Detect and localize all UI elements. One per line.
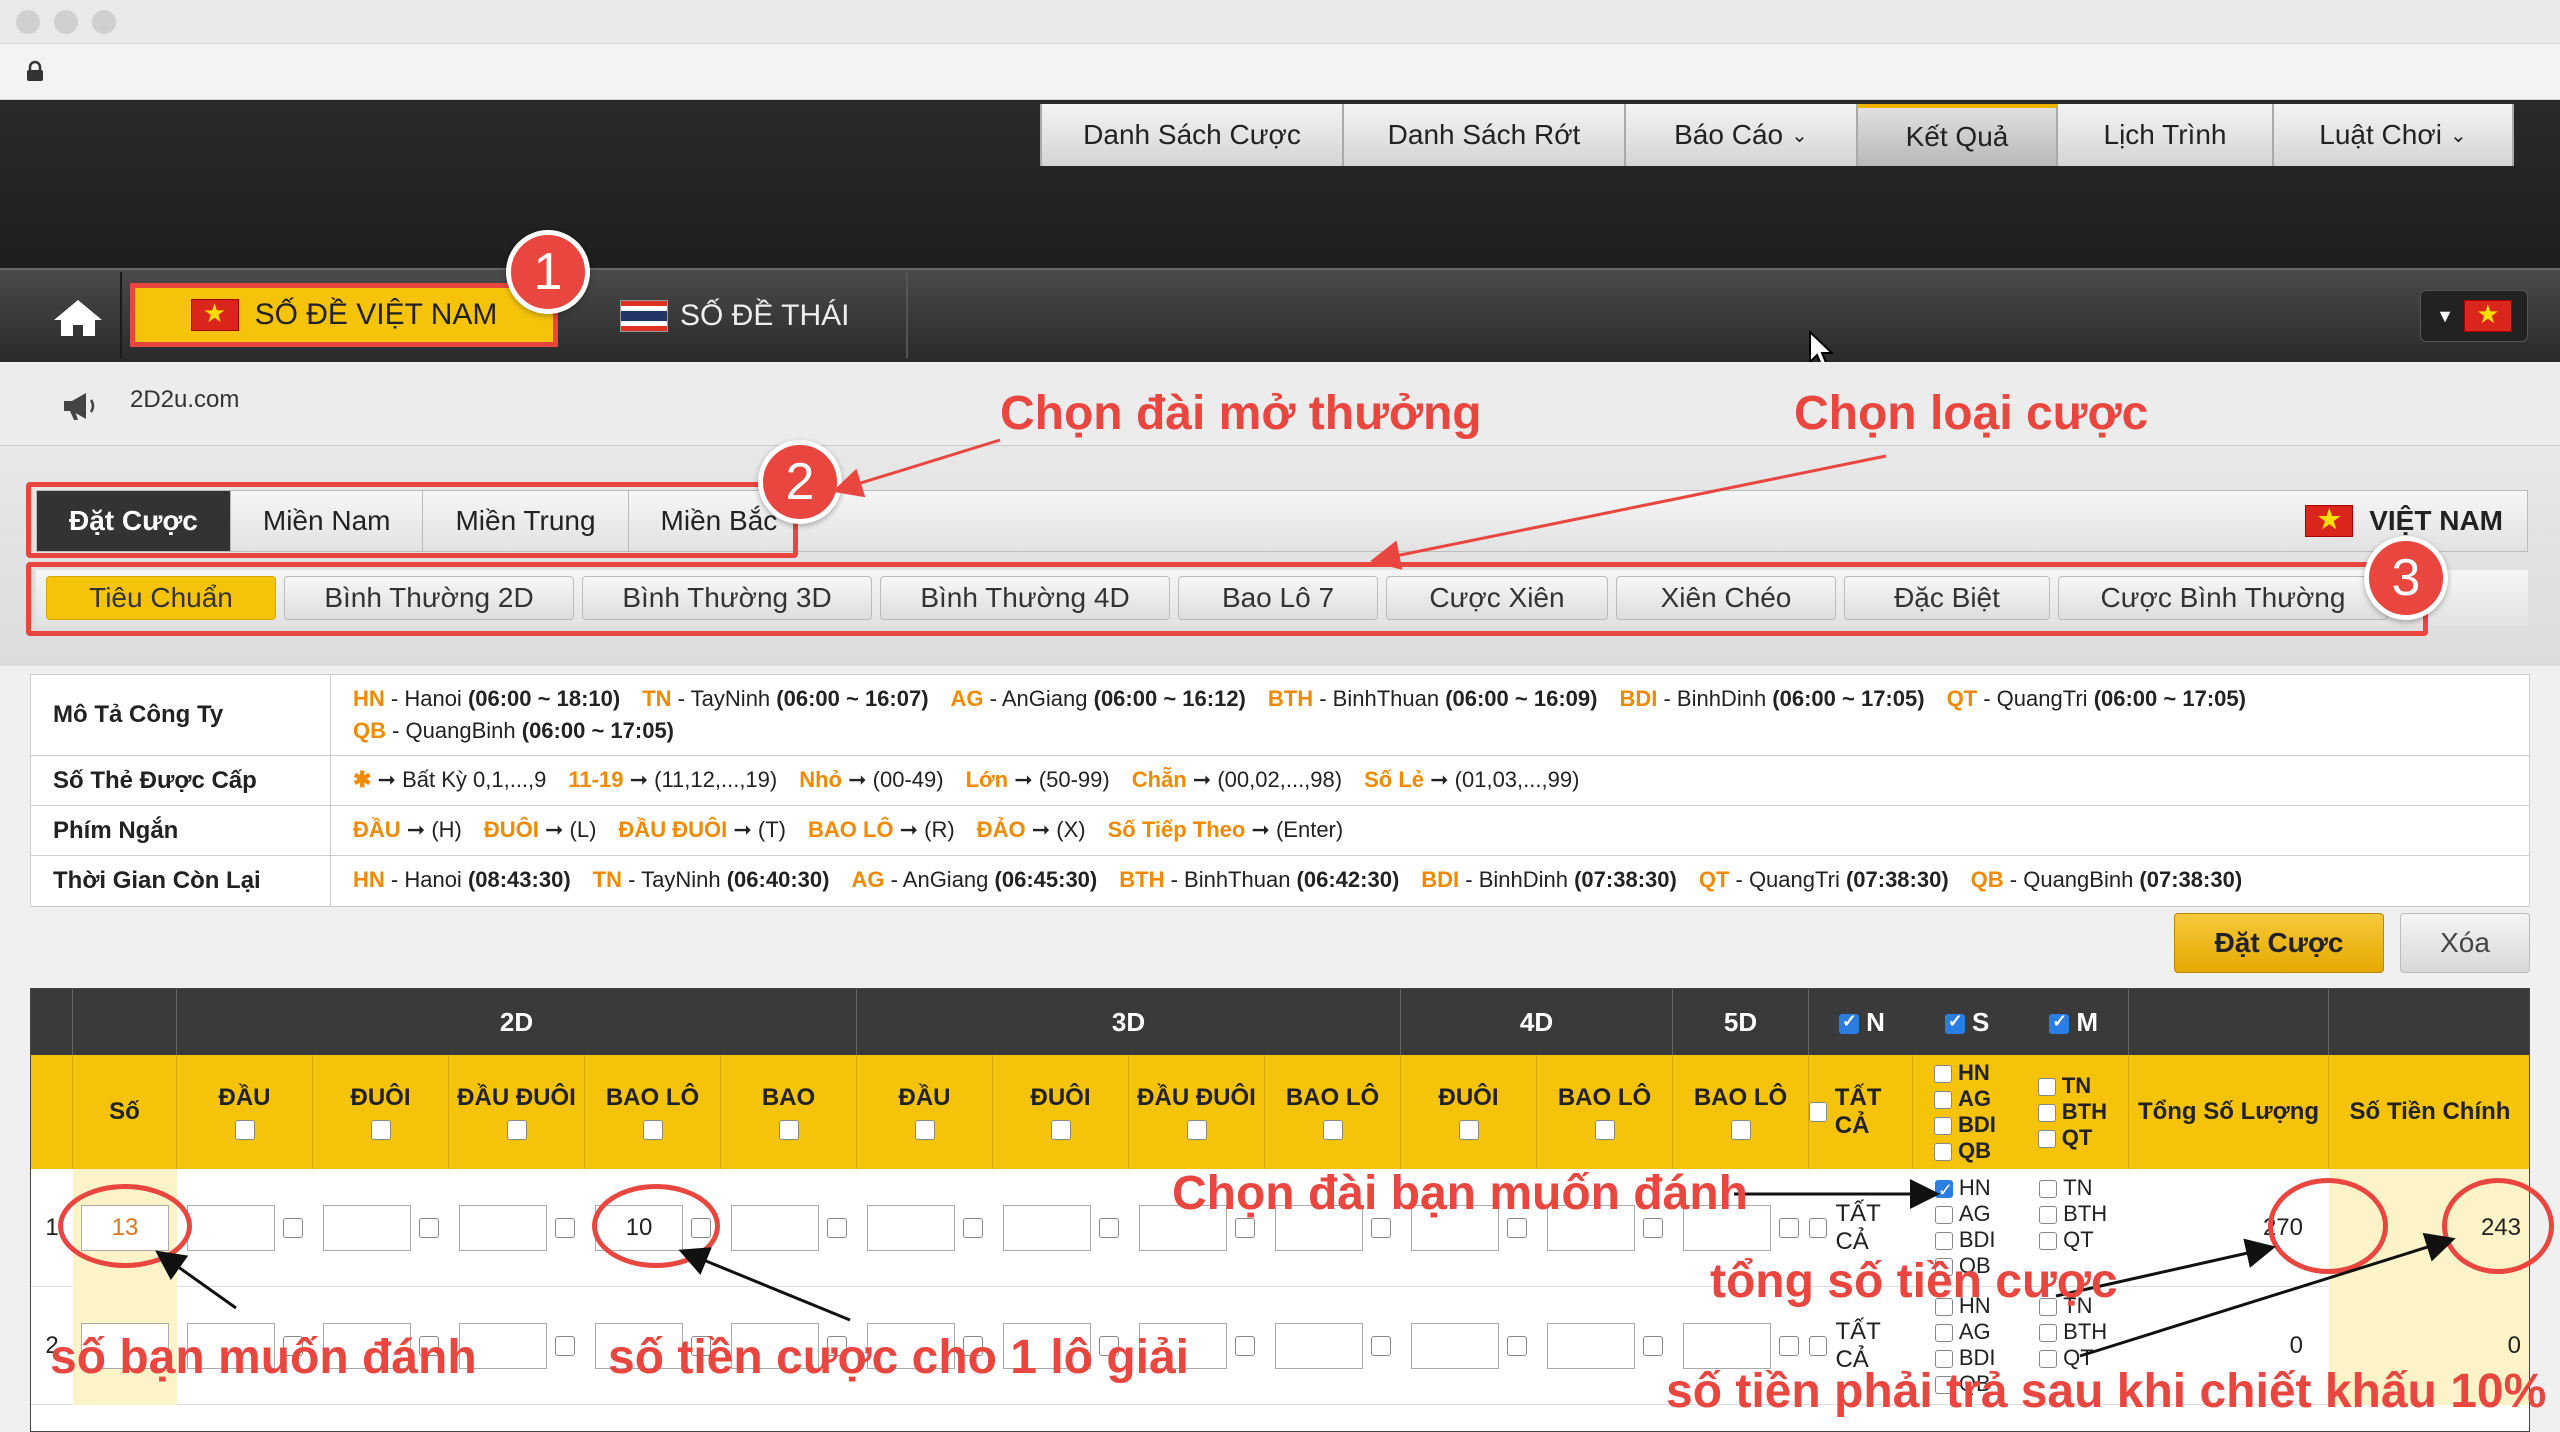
arrow-number	[155, 1250, 237, 1310]
arrow-bet-per-lot	[678, 1247, 851, 1322]
arrow-choose-station	[832, 438, 1001, 498]
arrow-net	[2079, 1232, 2456, 1358]
annotation-after-discount: số tiền phải trả sau khi chiết khấu 10%	[1666, 1365, 2547, 1418]
annotation-choose-station-to-bet: Chọn đài bạn muốn đánh	[1172, 1167, 1748, 1220]
annotation-total-bet: tổng số tiền cược	[1710, 1255, 2118, 1308]
arrow-choose-bet-type	[1370, 454, 1887, 570]
annotation-bet-per-lot: số tiền cược cho 1 lô giải	[608, 1331, 1190, 1384]
annotation-number-to-bet: số bạn muốn đánh	[50, 1331, 477, 1384]
